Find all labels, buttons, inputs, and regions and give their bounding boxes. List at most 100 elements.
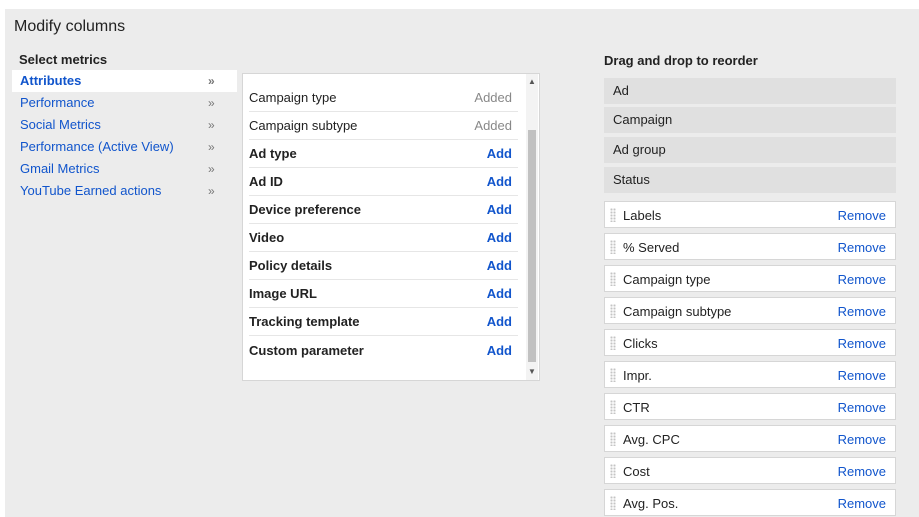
column-name: Campaign subtype xyxy=(623,304,732,319)
scroll-down-arrow-icon[interactable]: ▼ xyxy=(526,366,538,378)
metric-name: Campaign type xyxy=(249,90,337,105)
remove-link[interactable]: Remove xyxy=(838,272,886,287)
draggable-column-item[interactable]: Campaign type Remove xyxy=(604,265,896,292)
metric-name: Policy details xyxy=(249,258,333,273)
remove-link[interactable]: Remove xyxy=(838,432,886,447)
remove-link[interactable]: Remove xyxy=(838,304,886,319)
metric-name: Ad ID xyxy=(249,174,283,189)
draggable-column-item[interactable]: Avg. Pos. Remove xyxy=(604,489,896,516)
column-name: Avg. CPC xyxy=(623,432,680,447)
page-title: Modify columns xyxy=(14,18,126,35)
remove-link[interactable]: Remove xyxy=(838,336,886,351)
category-performance-active-view[interactable]: Performance (Active View) » xyxy=(12,136,237,158)
fixed-column-item: Ad group xyxy=(604,137,896,163)
draggable-column-item[interactable]: Avg. CPC Remove xyxy=(604,425,896,452)
metric-row: Ad type Add xyxy=(249,139,518,168)
fixed-column-item: Campaign xyxy=(604,107,896,133)
metrics-scrollbar[interactable]: ▲ ▼ xyxy=(526,74,538,380)
chevron-right-icon: » xyxy=(208,118,215,132)
metric-row: Custom parameter Add xyxy=(249,336,518,364)
metric-row: Tracking template Add xyxy=(249,307,518,336)
column-name: Cost xyxy=(623,464,650,479)
category-label: Social Metrics xyxy=(20,117,101,132)
metric-row: Ad ID Add xyxy=(249,167,518,196)
fixed-column-item: Status xyxy=(604,167,896,193)
metric-name: Device preference xyxy=(249,202,362,217)
metric-row: Campaign subtype Added xyxy=(249,111,518,140)
remove-link[interactable]: Remove xyxy=(838,240,886,255)
draggable-column-item[interactable]: Clicks Remove xyxy=(604,329,896,356)
scroll-up-arrow-icon[interactable]: ▲ xyxy=(526,76,538,88)
added-status: Added xyxy=(474,90,512,105)
metric-name: Tracking template xyxy=(249,314,360,329)
add-link[interactable]: Add xyxy=(487,230,512,245)
drag-handle-icon[interactable] xyxy=(610,240,616,254)
metric-name: Image URL xyxy=(249,286,317,301)
column-name: Campaign type xyxy=(623,272,711,287)
category-label: Gmail Metrics xyxy=(20,161,100,176)
category-label: Performance (Active View) xyxy=(20,139,174,154)
scrollbar-thumb[interactable] xyxy=(528,130,536,362)
add-link[interactable]: Add xyxy=(487,314,512,329)
add-link[interactable]: Add xyxy=(487,202,512,217)
column-name: CTR xyxy=(623,400,650,415)
column-name: Labels xyxy=(623,208,662,223)
metric-category-list: Attributes » Performance » Social Metric… xyxy=(12,70,237,202)
category-gmail-metrics[interactable]: Gmail Metrics » xyxy=(12,158,237,180)
draggable-column-item[interactable]: Labels Remove xyxy=(604,201,896,228)
metric-name: Ad type xyxy=(249,146,297,161)
reorder-label: Drag and drop to reorder xyxy=(604,53,758,68)
added-status: Added xyxy=(474,118,512,133)
draggable-column-item[interactable]: Impr. Remove xyxy=(604,361,896,388)
drag-handle-icon[interactable] xyxy=(610,400,616,414)
chevron-right-icon: » xyxy=(208,162,215,176)
remove-link[interactable]: Remove xyxy=(838,496,886,511)
remove-link[interactable]: Remove xyxy=(838,400,886,415)
category-performance[interactable]: Performance » xyxy=(12,92,237,114)
category-label: YouTube Earned actions xyxy=(20,183,162,198)
draggable-column-item[interactable]: CTR Remove xyxy=(604,393,896,420)
metric-row: Video Add xyxy=(249,223,518,252)
drag-handle-icon[interactable] xyxy=(610,208,616,222)
metric-row: Policy details Add xyxy=(249,251,518,280)
remove-link[interactable]: Remove xyxy=(838,208,886,223)
column-name: Avg. Pos. xyxy=(623,496,679,511)
remove-link[interactable]: Remove xyxy=(838,464,886,479)
category-attributes[interactable]: Attributes » xyxy=(12,70,237,92)
drag-handle-icon[interactable] xyxy=(610,496,616,510)
select-metrics-label: Select metrics xyxy=(19,52,108,67)
draggable-column-item[interactable]: % Served Remove xyxy=(604,233,896,260)
category-label: Attributes xyxy=(20,73,82,88)
chevron-right-icon: » xyxy=(208,140,215,154)
metric-name: Campaign subtype xyxy=(249,118,358,133)
chevron-right-icon: » xyxy=(208,184,215,198)
drag-handle-icon[interactable] xyxy=(610,368,616,382)
column-name: Impr. xyxy=(623,368,652,383)
add-link[interactable]: Add xyxy=(487,258,512,273)
draggable-column-item[interactable]: Cost Remove xyxy=(604,457,896,484)
drag-handle-icon[interactable] xyxy=(610,336,616,350)
metrics-list: Campaign type Added Campaign subtype Add… xyxy=(242,73,540,381)
category-label: Performance xyxy=(20,95,95,110)
category-youtube-earned-actions[interactable]: YouTube Earned actions » xyxy=(12,180,237,202)
chevron-right-icon: » xyxy=(208,74,215,88)
draggable-column-item[interactable]: Campaign subtype Remove xyxy=(604,297,896,324)
add-link[interactable]: Add xyxy=(487,146,512,161)
metric-name: Custom parameter xyxy=(249,343,364,358)
metric-row: Image URL Add xyxy=(249,279,518,308)
chevron-right-icon: » xyxy=(208,96,215,110)
drag-handle-icon[interactable] xyxy=(610,464,616,478)
drag-handle-icon[interactable] xyxy=(610,304,616,318)
add-link[interactable]: Add xyxy=(487,343,512,358)
column-name: Clicks xyxy=(623,336,658,351)
category-social-metrics[interactable]: Social Metrics » xyxy=(12,114,237,136)
drag-handle-icon[interactable] xyxy=(610,432,616,446)
metric-name: Video xyxy=(249,230,285,245)
drag-handle-icon[interactable] xyxy=(610,272,616,286)
metric-row: Campaign type Added xyxy=(249,83,518,112)
metric-row: Device preference Add xyxy=(249,195,518,224)
add-link[interactable]: Add xyxy=(487,286,512,301)
remove-link[interactable]: Remove xyxy=(838,368,886,383)
add-link[interactable]: Add xyxy=(487,174,512,189)
column-name: % Served xyxy=(623,240,680,255)
